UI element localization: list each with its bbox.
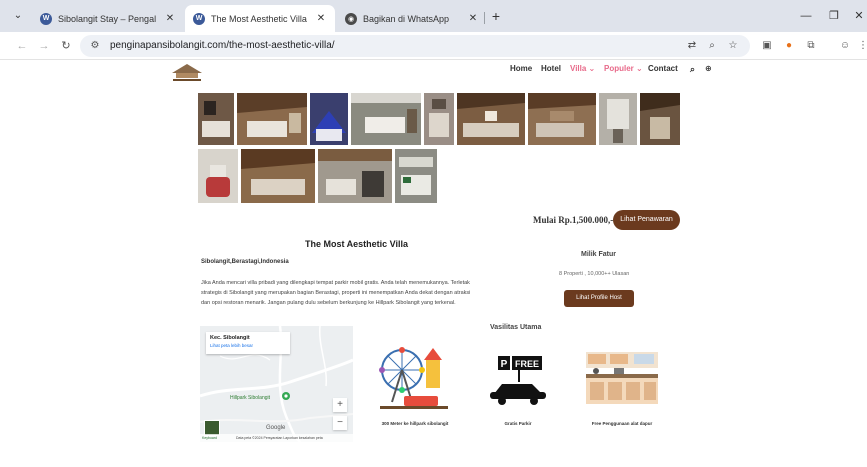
close-tab-icon[interactable]: ✕ — [315, 13, 327, 24]
villa-location: Sibolangit,Berastagi,Indonesia — [201, 259, 289, 265]
tab-sibolangit-stay[interactable]: W Sibolangit Stay – Pengalaman I ✕ — [32, 5, 184, 32]
kitchen-icon — [584, 350, 660, 408]
bookmark-star-icon[interactable]: ☆ — [726, 39, 740, 53]
gallery-photo-9[interactable] — [640, 93, 680, 145]
extension-icon[interactable]: ▣ — [760, 39, 774, 53]
site-settings-icon[interactable]: ⚙ — [88, 39, 102, 53]
gallery-photo-2[interactable] — [237, 93, 307, 145]
minimize-icon[interactable]: — — [797, 8, 815, 24]
url-text[interactable]: penginapansibolangit.com/the-most-aesthe… — [110, 40, 335, 51]
view-larger-map-link[interactable]: Lihat peta lebih besar — [210, 343, 286, 348]
host-name: Milik Fatur — [581, 251, 617, 258]
amenity-caption-parking: Gratis Parkir — [504, 421, 532, 426]
tab-search-chevron-icon[interactable]: ⌄ — [10, 9, 26, 23]
profile-avatar-icon[interactable]: ☺ — [838, 39, 852, 53]
amenity-caption-hillpark: 300 Meter ke hillpark sibolangit — [381, 421, 449, 426]
villa-title: The Most Aesthetic Villa — [305, 239, 409, 249]
gallery-photo-1[interactable] — [198, 93, 234, 145]
nav-populer[interactable]: Populer ⌄ — [604, 64, 643, 73]
gallery-photo-6[interactable] — [457, 93, 525, 145]
new-tab-icon[interactable]: + — [488, 8, 504, 24]
tab-bagikan-whatsapp[interactable]: ◉ Bagikan di WhatsApp ✕ — [337, 5, 487, 32]
zoom-icon[interactable]: ⌕ — [705, 39, 719, 53]
gallery-photo-8[interactable] — [599, 93, 637, 145]
menu-kebab-icon[interactable]: ⋮ — [856, 39, 867, 53]
tab-title: The Most Aesthetic Villa – Sibo — [211, 13, 307, 24]
address-bar[interactable]: ⚙ penginapansibolangit.com/the-most-aest… — [80, 35, 750, 57]
browser-tab-strip: ⌄ W Sibolangit Stay – Pengalaman I ✕ W T… — [0, 0, 867, 32]
wordpress-favicon-icon: W — [40, 12, 52, 25]
extension-orange-icon[interactable]: ● — [782, 39, 796, 53]
gallery-photo-13[interactable] — [395, 149, 437, 203]
browser-toolbar: ← → ↻ ⚙ penginapansibolangit.com/the-mos… — [0, 32, 867, 60]
nav-villa[interactable]: Villa ⌄ — [570, 64, 595, 73]
site-logo[interactable] — [168, 61, 206, 83]
map-footer: Data peta ©2024 Persyaratan Laporkan kes… — [200, 434, 353, 442]
restore-icon[interactable]: ❐ — [825, 8, 843, 24]
view-offer-button[interactable]: Lihat Penawaran — [613, 210, 680, 230]
reload-icon[interactable]: ↻ — [58, 38, 74, 54]
close-window-icon[interactable]: ✕ — [850, 8, 867, 24]
map-poi-hillpark[interactable]: Hillpark Sibolangit — [230, 395, 270, 401]
tab-title: Sibolangit Stay – Pengalaman I — [58, 13, 156, 24]
map-place-name: Kec. Sibolangit — [210, 335, 250, 341]
gallery-photo-12[interactable] — [318, 149, 392, 203]
close-tab-icon[interactable]: ✕ — [467, 13, 479, 24]
embedded-map[interactable]: Kec. Sibolangit Lihat peta lebih besar H… — [200, 326, 353, 442]
globe-favicon-icon: ◉ — [345, 12, 357, 25]
extensions-puzzle-icon[interactable]: ⧉ — [804, 39, 818, 53]
tab-title: Bagikan di WhatsApp — [363, 13, 450, 24]
view-host-profile-button[interactable]: Lihat Profile Host — [564, 290, 634, 307]
nav-home[interactable]: Home — [510, 64, 532, 73]
map-zoom-in-button[interactable]: + — [333, 398, 347, 412]
gallery-photo-4[interactable] — [351, 93, 421, 145]
google-logo: Google — [266, 425, 286, 431]
gallery-photo-5[interactable] — [424, 93, 454, 145]
map-zoom-out-button[interactable]: − — [333, 416, 347, 430]
ferris-wheel-icon — [378, 342, 450, 412]
free-parking-icon: P FREE — [488, 354, 548, 406]
back-icon[interactable]: ← — [14, 38, 30, 54]
translate-icon[interactable]: ⇄ — [685, 39, 699, 53]
svg-text:P: P — [501, 359, 508, 370]
forward-icon[interactable]: → — [36, 38, 52, 54]
amenities-title: Vasilitas Utama — [490, 324, 542, 331]
tab-most-aesthetic-villa[interactable]: W The Most Aesthetic Villa – Sibo ✕ — [185, 5, 335, 32]
gallery-photo-7[interactable] — [528, 93, 596, 145]
price-label: Mulai Rp.1,500.000,- — [533, 215, 614, 225]
close-tab-icon[interactable]: ✕ — [164, 13, 176, 24]
map-place-card: Kec. Sibolangit Lihat peta lebih besar — [206, 332, 290, 354]
amenity-caption-kitchen: Free Penggunaan alat dapur — [591, 421, 653, 426]
gallery-photo-10[interactable] — [198, 149, 238, 203]
host-stats: 8 Properti , 10,000++ Ulasan — [559, 271, 630, 277]
tab-separator — [484, 12, 485, 24]
parking-sign-text: FREE — [515, 359, 539, 369]
language-globe-icon[interactable]: ⊕ — [705, 64, 712, 73]
map-keyboard-label[interactable]: Keyboard — [202, 434, 217, 442]
nav-contact[interactable]: Contact — [648, 64, 678, 73]
gallery-photo-3[interactable] — [310, 93, 348, 145]
wordpress-favicon-icon: W — [193, 12, 205, 25]
villa-description: Jika Anda mencari villa pribadi yang dil… — [201, 280, 471, 306]
search-icon[interactable]: ⌕ — [690, 64, 695, 75]
nav-hotel[interactable]: Hotel — [541, 64, 561, 73]
gallery-photo-11[interactable] — [241, 149, 315, 203]
